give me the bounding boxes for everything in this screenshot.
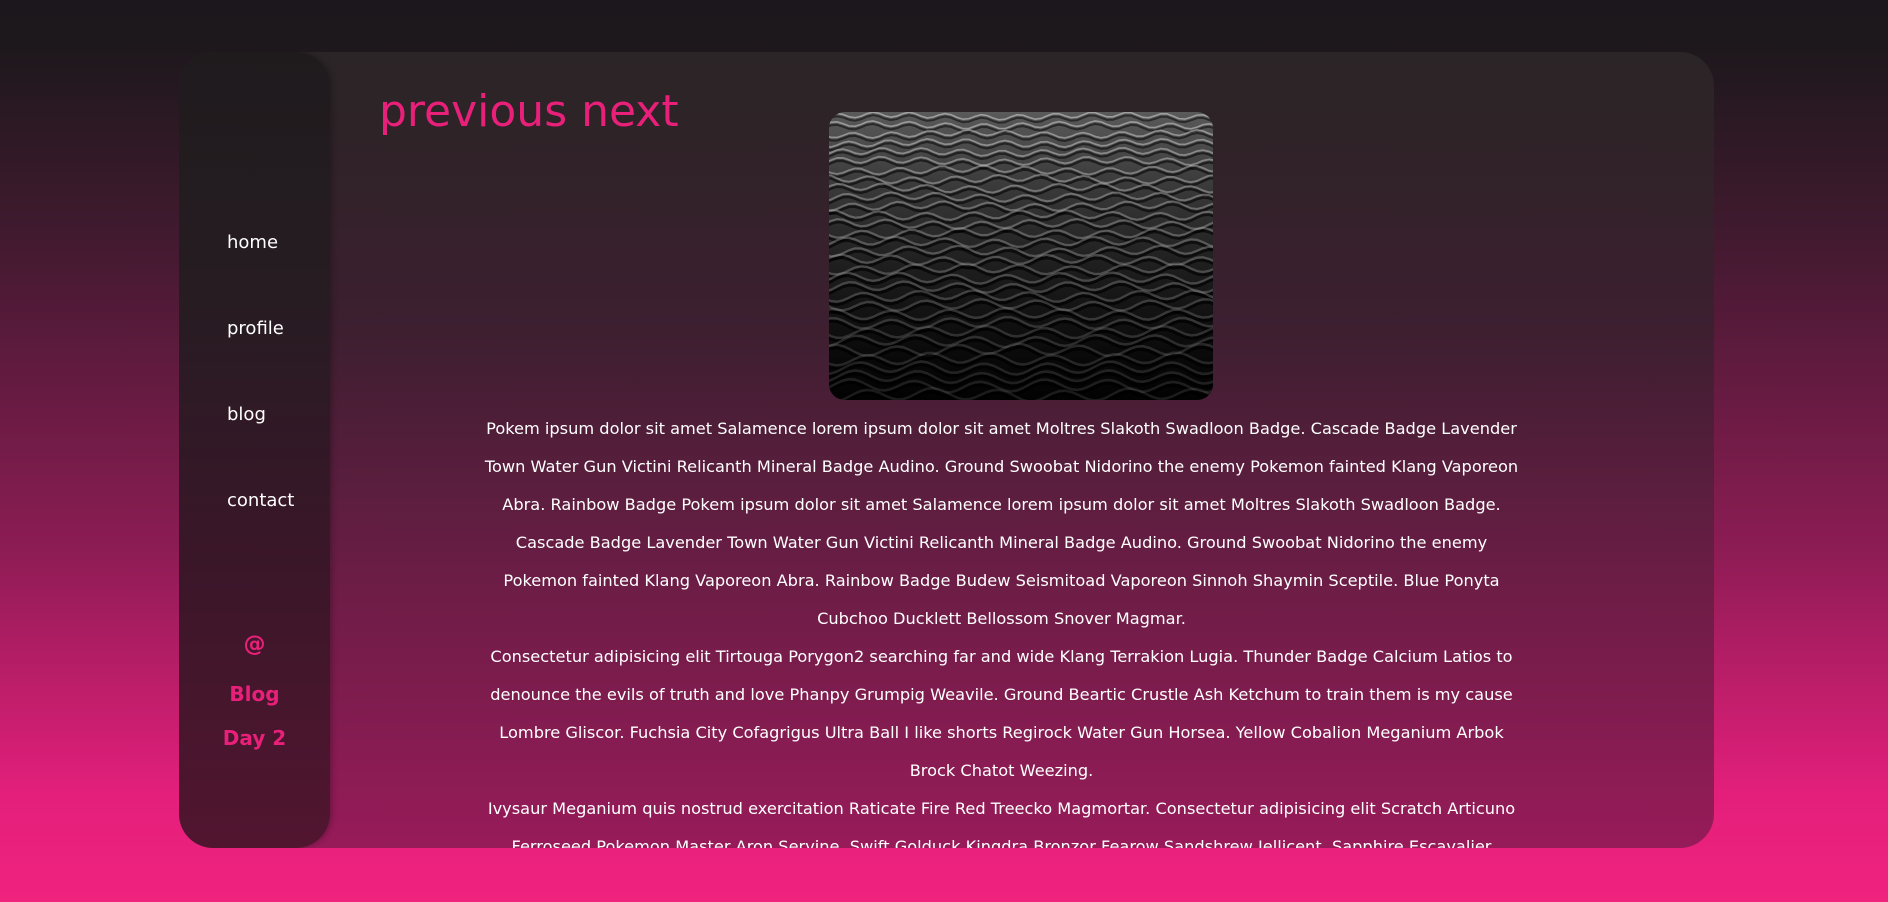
water-ripples-image [829,112,1213,400]
article-text: Pokem ipsum dolor sit amet Salamence lor… [479,410,1524,848]
pager: previous next [379,86,693,137]
previous-link[interactable]: previous [379,86,567,137]
at-symbol: @ [243,632,266,657]
day-label: Day 2 [222,726,287,750]
article-paragraph: Consectetur adipisicing elit Tirtouga Po… [490,647,1513,780]
sidebar-nav: home profile blog contact [227,228,294,572]
main-card: home profile blog contact @ Blog Day 2 p… [179,52,1714,848]
sidebar-item-profile[interactable]: profile [227,314,294,400]
sidebar-item-contact[interactable]: contact [227,486,294,572]
next-link[interactable]: next [581,86,678,137]
article-paragraph: Pokem ipsum dolor sit amet Salamence lor… [484,419,1519,628]
article-paragraph: Ivysaur Meganium quis nostrud exercitati… [487,799,1516,848]
sidebar: home profile blog contact @ Blog Day 2 [179,52,330,848]
sidebar-item-home[interactable]: home [227,228,294,314]
sidebar-item-blog[interactable]: blog [227,400,294,486]
blog-label: Blog [229,682,280,706]
